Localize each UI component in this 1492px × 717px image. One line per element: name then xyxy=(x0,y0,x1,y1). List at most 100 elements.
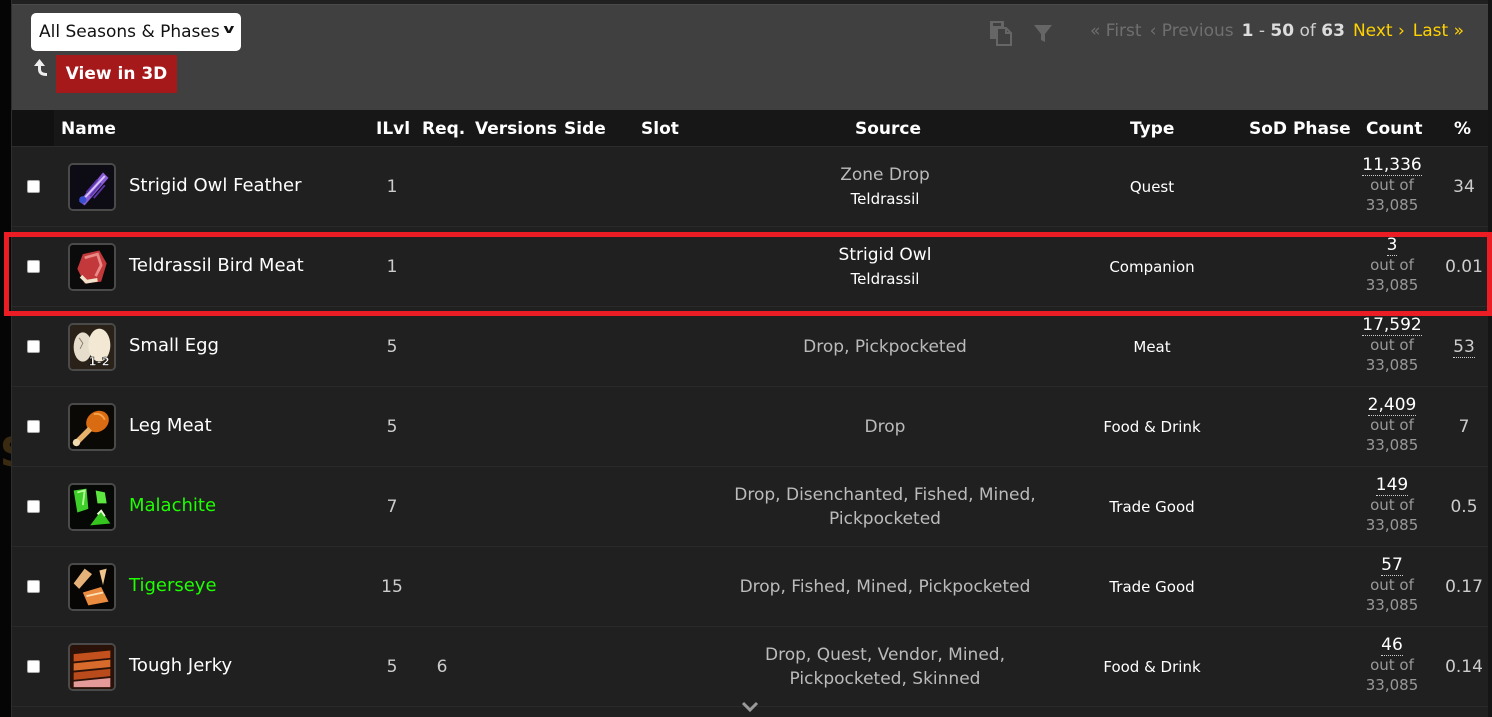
pager-last[interactable]: Last » xyxy=(1413,21,1464,41)
item-percent: 0.14 xyxy=(1445,657,1483,677)
table-row[interactable]: Teldrassil Bird Meat 1 Strigid Owl Teldr… xyxy=(12,227,1490,307)
out-of-label: out of xyxy=(1370,256,1414,274)
row-checkbox[interactable] xyxy=(27,420,40,433)
jerky-icon[interactable] xyxy=(68,643,116,691)
feather-icon[interactable] xyxy=(68,163,116,211)
scrollbar-track[interactable] xyxy=(1488,0,1492,717)
item-name[interactable]: Teldrassil Bird Meat xyxy=(129,255,304,276)
col-side[interactable]: Side xyxy=(564,119,606,139)
item-ilvl: 5 xyxy=(386,417,398,437)
item-name[interactable]: Leg Meat xyxy=(129,415,212,436)
table-row[interactable]: Tough Jerky 5 6 Drop, Quest, Vendor, Min… xyxy=(12,627,1490,707)
back-arrow-icon[interactable] xyxy=(31,57,49,79)
item-ilvl: 5 xyxy=(386,337,398,357)
col-type[interactable]: Type xyxy=(1130,119,1174,139)
out-of-label: out of xyxy=(1370,176,1414,194)
season-phase-select-value: All Seasons & Phases xyxy=(39,22,220,42)
view-in-3d-button[interactable]: View in 3D xyxy=(56,55,177,93)
pager-first: « First xyxy=(1089,21,1142,41)
item-name[interactable]: Tough Jerky xyxy=(129,655,232,676)
table-row[interactable]: Leg Meat 5 Drop Food & Drink 2,409 out o… xyxy=(12,387,1490,467)
out-of-label: out of xyxy=(1370,416,1414,434)
table-row[interactable]: Tigerseye 15 Drop, Fished, Mined, Pickpo… xyxy=(12,547,1490,627)
col-slot[interactable]: Slot xyxy=(641,119,679,139)
out-of-total: 33,085 xyxy=(1365,196,1419,214)
out-of-total: 33,085 xyxy=(1365,516,1419,534)
item-percent: 0.5 xyxy=(1450,497,1478,517)
col-ilvl[interactable]: ILvl xyxy=(376,119,410,139)
col-count[interactable]: Count xyxy=(1366,119,1423,139)
drumstick-icon[interactable] xyxy=(68,403,116,451)
count-value[interactable]: 149 xyxy=(1375,475,1409,496)
row-checkbox[interactable] xyxy=(27,500,40,513)
count-value[interactable]: 17,592 xyxy=(1362,315,1422,336)
table-row[interactable]: 1-2 Small Egg 5 Drop, Pickpocketed Meat … xyxy=(12,307,1490,387)
chevron-down-icon: v xyxy=(223,22,235,36)
item-count: 3 out of 33,085 xyxy=(1342,235,1442,295)
out-of-total: 33,085 xyxy=(1365,356,1419,374)
source-zone-link[interactable]: Teldrassil xyxy=(712,267,1058,291)
filter-icon[interactable] xyxy=(1031,19,1057,47)
item-name[interactable]: Tigerseye xyxy=(129,575,217,596)
row-checkbox[interactable] xyxy=(27,660,40,673)
pager-of: of xyxy=(1299,21,1316,41)
pager-range-start: 1 xyxy=(1241,21,1254,41)
count-value[interactable]: 57 xyxy=(1381,555,1403,576)
item-source: Drop xyxy=(712,415,1058,439)
item-percent: 0.17 xyxy=(1445,577,1483,597)
col-versions[interactable]: Versions xyxy=(475,119,557,139)
season-phase-select[interactable]: All Seasons & Phases v xyxy=(31,13,241,51)
row-checkbox[interactable] xyxy=(27,340,40,353)
item-type: Food & Drink xyxy=(1103,658,1201,676)
item-source: Drop, Quest, Vendor, Mined, Pickpocketed… xyxy=(752,643,1018,691)
item-count: 46 out of 33,085 xyxy=(1342,635,1442,695)
item-percent: 0.01 xyxy=(1445,257,1483,277)
pagination: « First ‹ Previous 1 - 50 of 63 Next › L… xyxy=(1090,21,1464,41)
source-text: Drop, Fished, Mined, Pickpocketed xyxy=(739,577,1031,597)
count-value[interactable]: 11,336 xyxy=(1362,155,1422,176)
item-percent[interactable]: 53 xyxy=(1442,337,1486,358)
raw-meat-icon[interactable] xyxy=(68,243,116,291)
item-ilvl: 1 xyxy=(386,177,398,197)
egg-icon[interactable]: 1-2 xyxy=(68,323,116,371)
pager-range-end: 50 xyxy=(1270,21,1295,41)
item-count: 11,336 out of 33,085 xyxy=(1342,155,1442,215)
item-ilvl: 5 xyxy=(386,657,398,677)
out-of-total: 33,085 xyxy=(1365,276,1419,294)
orange-gem-icon[interactable] xyxy=(68,563,116,611)
col-name[interactable]: Name xyxy=(61,119,116,139)
row-checkbox[interactable] xyxy=(27,180,40,193)
pager-range: 1 - 50 of 63 xyxy=(1241,21,1345,41)
row-checkbox[interactable] xyxy=(27,260,40,273)
item-count: 57 out of 33,085 xyxy=(1342,555,1442,615)
out-of-total: 33,085 xyxy=(1365,596,1419,614)
row-checkbox[interactable] xyxy=(27,580,40,593)
item-type: Trade Good xyxy=(1109,578,1195,596)
item-name[interactable]: Small Egg xyxy=(129,335,219,356)
item-type: Food & Drink xyxy=(1103,418,1201,436)
col-req[interactable]: Req. xyxy=(422,119,465,139)
col-sod-phase[interactable]: SoD Phase xyxy=(1249,119,1351,139)
col-source[interactable]: Source xyxy=(855,119,921,139)
count-value[interactable]: 46 xyxy=(1381,635,1403,656)
source-zone-link[interactable]: Teldrassil xyxy=(712,187,1058,211)
table-row[interactable]: Strigid Owl Feather 1 Zone Drop Teldrass… xyxy=(12,147,1490,227)
items-panel: All Seasons & Phases v View in 3D « Firs… xyxy=(11,0,1490,717)
green-gem-icon[interactable] xyxy=(68,483,116,531)
out-of-label: out of xyxy=(1370,336,1414,354)
count-value[interactable]: 2,409 xyxy=(1367,395,1417,416)
chevron-down-icon[interactable] xyxy=(740,700,760,714)
source-npc-link[interactable]: Strigid Owl xyxy=(839,245,932,265)
item-name[interactable]: Strigid Owl Feather xyxy=(129,175,302,196)
percent-value[interactable]: 53 xyxy=(1453,337,1475,358)
col-percent[interactable]: % xyxy=(1454,119,1471,139)
item-source: Zone Drop Teldrassil xyxy=(712,163,1058,211)
item-name[interactable]: Malachite xyxy=(129,495,216,516)
count-value[interactable]: 3 xyxy=(1386,235,1398,256)
table-row[interactable]: Malachite 7 Drop, Disenchanted, Fished, … xyxy=(12,467,1490,547)
copy-icon[interactable] xyxy=(988,19,1014,47)
item-type: Companion xyxy=(1109,258,1195,276)
page-edge xyxy=(0,0,11,717)
pager-next[interactable]: Next › xyxy=(1353,21,1405,41)
out-of-total: 33,085 xyxy=(1365,436,1419,454)
